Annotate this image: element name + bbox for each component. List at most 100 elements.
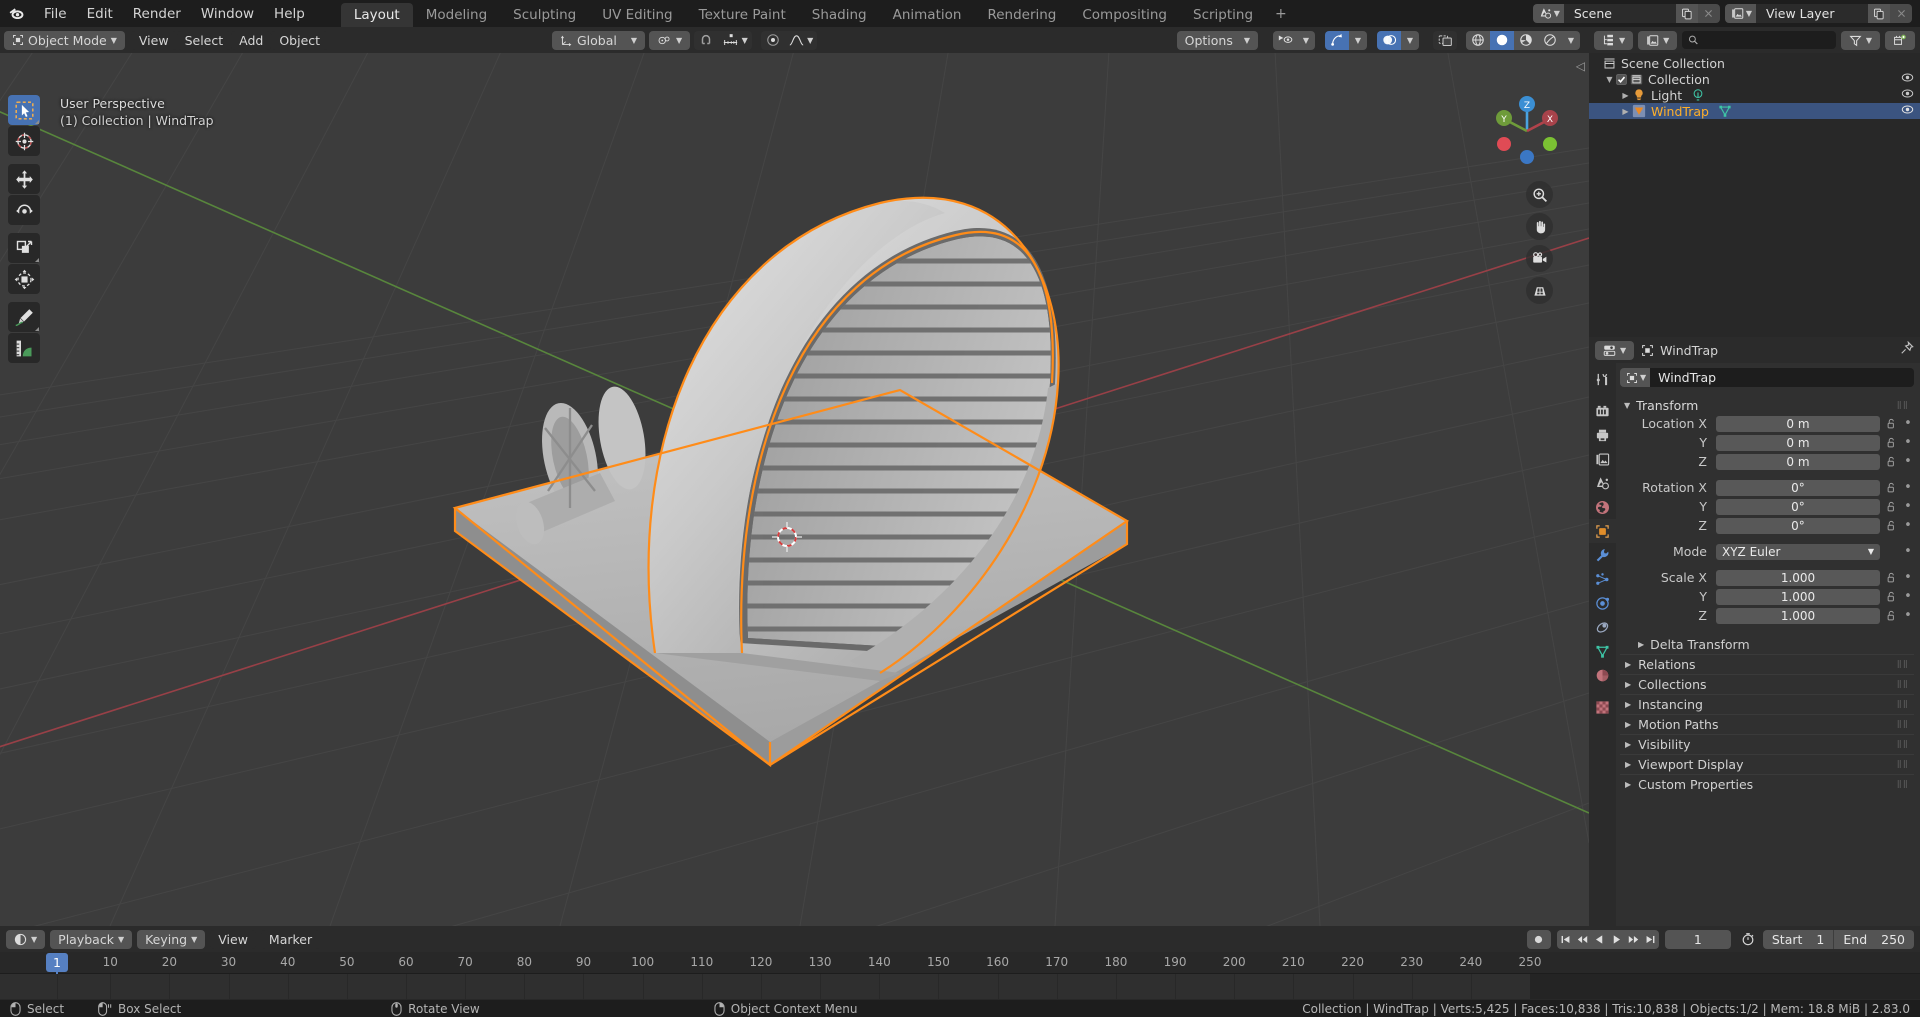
new-scene-button[interactable] [1675, 4, 1698, 23]
object-visibility-dropdown[interactable]: ▼ [1297, 30, 1315, 50]
panel-viewport-display[interactable]: ▶ Viewport Display ⣿⣿ [1620, 754, 1914, 774]
collection-checkbox[interactable] [1616, 73, 1627, 85]
properties-tab-constraints[interactable] [1589, 615, 1616, 639]
pan-hand-icon[interactable] [1526, 213, 1553, 240]
location-y-lock-icon[interactable] [1884, 437, 1898, 449]
properties-tab-world[interactable] [1589, 495, 1616, 519]
pivot-point-selector[interactable]: ▼ [649, 30, 691, 50]
panel-motion-paths[interactable]: ▶ Motion Paths ⣿⣿ [1620, 714, 1914, 734]
xray-icon[interactable] [1433, 30, 1457, 50]
tool-cursor[interactable] [8, 126, 40, 156]
scale-x-animate-dot[interactable]: • [1902, 570, 1914, 585]
rotation-x-animate-dot[interactable]: • [1902, 480, 1914, 495]
view-layer-selector[interactable]: ▼ View Layer [1724, 4, 1912, 23]
workspace-tab-uv-editing[interactable]: UV Editing [589, 3, 685, 27]
location-y-value[interactable]: 0 m [1716, 434, 1880, 451]
scene-icon[interactable]: ▼ [1532, 4, 1564, 23]
disclosure-triangle-windtrap[interactable]: ▶ [1619, 107, 1632, 116]
menu-render[interactable]: Render [123, 3, 191, 25]
workspace-tab-compositing[interactable]: Compositing [1069, 3, 1180, 27]
properties-tab-scene[interactable] [1589, 471, 1616, 495]
workspace-tab-modeling[interactable]: Modeling [413, 3, 500, 27]
light-data-icon[interactable] [1691, 88, 1705, 102]
rotation-y-animate-dot[interactable]: • [1902, 499, 1914, 514]
scale-z-value[interactable]: 1.000 [1716, 607, 1880, 624]
shading-solid-button[interactable] [1490, 30, 1514, 50]
jump-prev-keyframe-icon[interactable] [1573, 929, 1591, 949]
timeline-track[interactable] [0, 974, 1920, 999]
timeline-editor-type-selector[interactable]: ▼ [6, 929, 46, 949]
workspace-tab-animation[interactable]: Animation [880, 3, 975, 27]
outliner-row-light[interactable]: ▶ Light [1589, 87, 1920, 103]
play-reverse-icon[interactable] [1590, 929, 1608, 949]
location-z-value[interactable]: 0 m [1716, 453, 1880, 470]
zoom-icon[interactable] [1526, 181, 1553, 208]
workspace-tab-layout[interactable]: Layout [340, 3, 413, 27]
rotation-x-lock-icon[interactable] [1884, 482, 1898, 494]
timeline-menu-playback[interactable]: Playback ▼ [50, 929, 133, 949]
tool-measure[interactable] [8, 333, 40, 363]
snap-magnet-icon[interactable] [694, 30, 719, 50]
jump-to-end-icon[interactable] [1641, 929, 1659, 949]
panel-delta-transform[interactable]: ▶ Delta Transform [1620, 634, 1914, 654]
navigation-gizmo[interactable]: Z Y X [1489, 93, 1565, 169]
properties-tab-modifiers[interactable] [1589, 543, 1616, 567]
interaction-mode-selector[interactable]: Object Mode ▼ [4, 30, 125, 50]
jump-to-start-icon[interactable] [1556, 929, 1574, 949]
timeline-menu-marker[interactable]: Marker [260, 929, 321, 949]
tool-transform[interactable] [8, 264, 40, 294]
gizmo-dropdown[interactable]: ▼ [1349, 30, 1367, 50]
properties-editor-type-selector[interactable]: ▼ [1595, 340, 1635, 360]
workspace-tab-texture-paint[interactable]: Texture Paint [686, 3, 799, 27]
tool-tweak-select[interactable] [8, 95, 40, 125]
new-collection-button[interactable] [1885, 30, 1915, 50]
viewport-sidebar-toggle[interactable]: ◁ [1576, 59, 1585, 73]
light-visibility-eye-icon[interactable] [1901, 87, 1914, 103]
shading-wireframe-button[interactable] [1466, 30, 1490, 50]
outliner-row-windtrap[interactable]: ▶ WindTrap [1589, 103, 1920, 119]
auto-keying-record-icon[interactable] [1526, 929, 1551, 949]
use-preview-range-icon[interactable] [1737, 930, 1759, 949]
properties-tab-tool[interactable] [1589, 367, 1616, 391]
tool-annotate[interactable] [8, 302, 40, 332]
collection-visibility-eye-icon[interactable] [1901, 71, 1914, 87]
workspace-tab-rendering[interactable]: Rendering [974, 3, 1069, 27]
pin-icon[interactable] [1900, 340, 1914, 359]
workspace-tab-scripting[interactable]: Scripting [1180, 3, 1266, 27]
location-z-lock-icon[interactable] [1884, 456, 1898, 468]
proportional-falloff-selector[interactable]: ▼ [785, 30, 818, 50]
location-z-animate-dot[interactable]: • [1902, 454, 1914, 469]
scene-selector[interactable]: ▼ Scene [1532, 4, 1720, 23]
current-frame-field[interactable]: 1 [1664, 929, 1731, 949]
tool-scale[interactable] [8, 233, 40, 263]
viewport-menu-object[interactable]: Object [271, 30, 329, 50]
play-icon[interactable] [1607, 929, 1625, 949]
overlays-dropdown[interactable]: ▼ [1401, 30, 1419, 50]
rotation-mode-animate-dot[interactable]: • [1902, 544, 1914, 559]
timeline-ruler[interactable]: 1102030405060708090100110120130140150160… [0, 952, 1920, 999]
rotation-y-value[interactable]: 0° [1716, 498, 1880, 515]
panel-relations[interactable]: ▶ Relations ⣿⣿ [1620, 654, 1914, 674]
tool-move[interactable] [8, 164, 40, 194]
rotation-z-value[interactable]: 0° [1716, 517, 1880, 534]
scene-name[interactable]: Scene [1563, 4, 1676, 23]
disclosure-triangle-collection[interactable]: ▼ [1603, 75, 1616, 84]
properties-tab-render[interactable] [1589, 399, 1616, 423]
disclosure-triangle-light[interactable]: ▶ [1619, 91, 1632, 100]
remove-view-layer-button[interactable] [1890, 4, 1912, 23]
properties-tab-particles[interactable] [1589, 567, 1616, 591]
overlays-icon[interactable] [1377, 30, 1401, 50]
frame-start-field[interactable]: Start 1 [1762, 929, 1834, 949]
menu-window[interactable]: Window [191, 3, 264, 25]
view-layer-name[interactable]: View Layer [1756, 4, 1868, 23]
timeline-menu-keying[interactable]: Keying ▼ [137, 929, 206, 949]
properties-tab-object[interactable] [1589, 519, 1616, 543]
properties-tab-output[interactable] [1589, 423, 1616, 447]
transform-orientation-selector[interactable]: Global ▼ [552, 30, 646, 50]
menu-help[interactable]: Help [264, 3, 315, 25]
tool-rotate[interactable] [8, 195, 40, 225]
panel-instancing[interactable]: ▶ Instancing ⣿⣿ [1620, 694, 1914, 714]
outliner-search-input[interactable] [1703, 33, 1830, 47]
mesh-data-icon[interactable] [1718, 104, 1732, 118]
menu-edit[interactable]: Edit [77, 3, 123, 25]
